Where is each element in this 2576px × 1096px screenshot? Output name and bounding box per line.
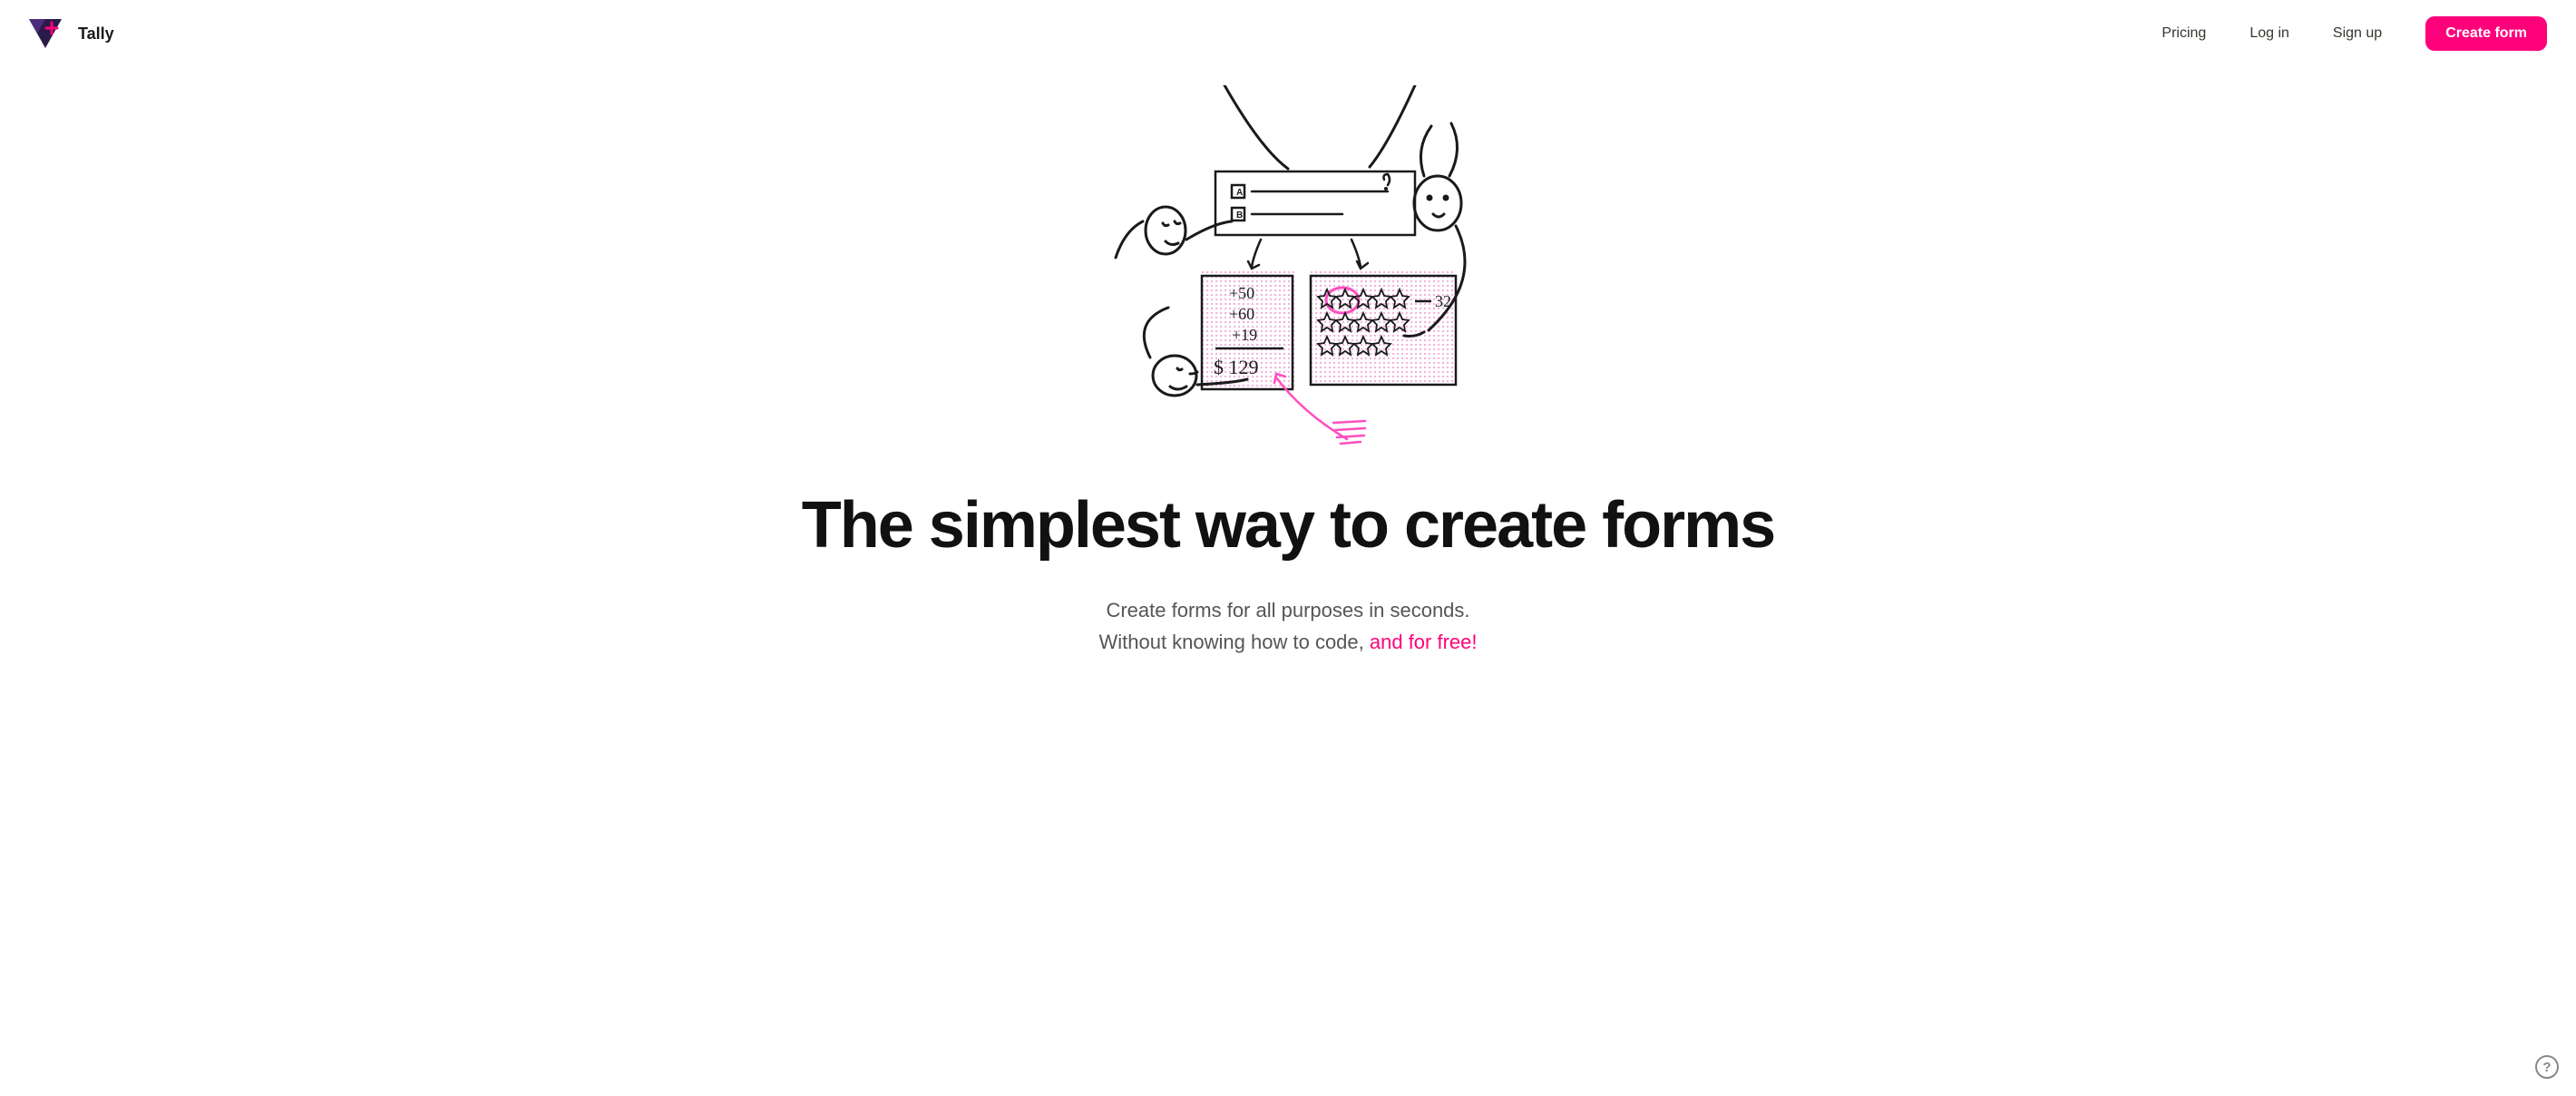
math-line-3: +19 [1232,326,1257,344]
hero-sub-line2-emphasis: and for free! [1370,631,1478,653]
header-nav: Pricing Log in Sign up Create form [2161,16,2547,51]
logo-icon[interactable] [29,19,62,48]
help-icon: ? [2542,1060,2551,1075]
nav-login[interactable]: Log in [2249,25,2289,42]
option-a-label: A [1236,188,1243,198]
brand-name[interactable]: Tally [78,24,114,44]
nav-pricing[interactable]: Pricing [2161,25,2206,42]
option-b-label: B [1236,210,1243,220]
hero-sub-line1: Create forms for all purposes in seconds… [1106,599,1469,621]
hero-sub-line2-prefix: Without knowing how to code, [1098,631,1369,653]
hero-section: A B +50 +60 +19 $ 129 [0,67,2576,695]
hero-illustration: A B +50 +60 +19 $ 129 [1079,85,1497,457]
site-header: Tally Pricing Log in Sign up Create form [0,0,2576,67]
math-line-2: +60 [1229,305,1254,323]
header-left: Tally [29,19,114,48]
math-total: $ 129 [1214,356,1259,378]
help-button[interactable]: ? [2531,1051,2563,1083]
hero-title: The simplest way to create forms [802,490,1774,562]
hero-subtitle: Create forms for all purposes in seconds… [1098,594,1477,658]
math-line-1: +50 [1229,284,1254,302]
nav-signup[interactable]: Sign up [2333,25,2382,42]
create-form-button[interactable]: Create form [2425,16,2547,51]
